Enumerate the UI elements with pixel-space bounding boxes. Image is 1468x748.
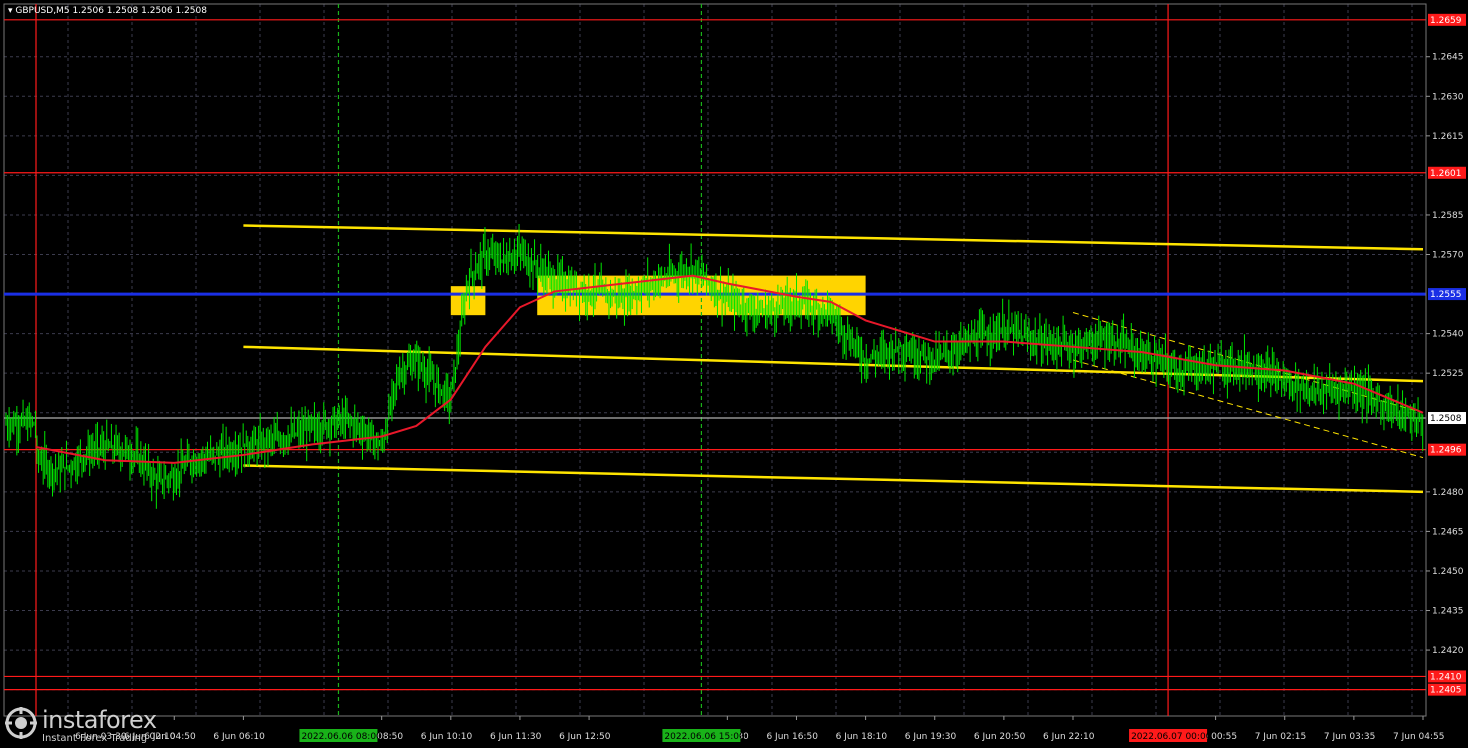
x-tick-label: 6 Jun 20:50 <box>974 732 1026 742</box>
x-tick-label: 6 Jun 10:10 <box>421 732 473 742</box>
level-tag-label: 1.2659 <box>1430 16 1462 26</box>
x-tick-label: 7 Jun 04:55 <box>1393 732 1444 742</box>
y-tick-label: 1.2570 <box>1432 251 1464 261</box>
symbol-label: GBPUSD,M5 <box>15 6 69 16</box>
level-tag-label: 1.2555 <box>1430 290 1462 300</box>
y-tick-label: 1.2540 <box>1432 330 1464 340</box>
level-tag-label: 1.2410 <box>1430 672 1462 682</box>
instaforex-logo-icon <box>5 707 37 739</box>
marker-time-label: 2022.06.06 15:00 <box>664 732 745 742</box>
x-tick-label: 6 Jun 19:30 <box>905 732 957 742</box>
watermark-logo: instaforex Instant Forex Trading <box>4 704 194 746</box>
y-tick-label: 1.2525 <box>1432 369 1464 379</box>
y-tick-label: 1.2420 <box>1432 646 1464 656</box>
y-tick-label: 1.2435 <box>1432 607 1464 617</box>
x-tick-label: 6 Jun 18:10 <box>836 732 888 742</box>
x-tick-label: 6 Jun 06:10 <box>213 732 265 742</box>
level-tag-label: 1.2601 <box>1430 169 1462 179</box>
y-tick-label: 1.2615 <box>1432 132 1464 142</box>
level-tag-label: 1.2508 <box>1430 414 1462 424</box>
x-tick-label: 6 Jun 11:30 <box>490 732 542 742</box>
y-tick-label: 1.2630 <box>1432 92 1464 102</box>
y-tick-label: 1.2645 <box>1432 53 1464 63</box>
x-tick-label: 6 Jun 12:50 <box>559 732 611 742</box>
y-tick-label: 1.2585 <box>1432 211 1464 221</box>
x-tick-label: 7 Jun 03:35 <box>1324 732 1375 742</box>
y-tick-label: 1.2480 <box>1432 488 1464 498</box>
level-tag-label: 1.2405 <box>1430 686 1462 696</box>
x-tick-label: 6 Jun 16:50 <box>766 732 818 742</box>
marker-time-label: 2022.06.07 00:00 <box>1131 732 1212 742</box>
x-tick-label: 7 Jun 02:15 <box>1255 732 1306 742</box>
ohlc-values: 1.2506 1.2508 1.2506 1.2508 <box>72 6 207 16</box>
chevron-down-icon: ▾ <box>8 6 15 16</box>
y-tick-label: 1.2450 <box>1432 567 1464 577</box>
marker-time-label: 2022.06.06 08:00 <box>301 732 382 742</box>
symbol-title: ▾ GBPUSD,M5 1.2506 1.2508 1.2506 1.2508 <box>8 6 207 16</box>
y-tick-label: 1.2465 <box>1432 527 1464 537</box>
level-tag-label: 1.2496 <box>1430 446 1462 456</box>
price-chart[interactable]: 1.2645 1.2630 1.2615 1.2585 1.2570 1.2540 1.25… <box>0 0 1468 748</box>
watermark-tagline: Instant Forex Trading <box>42 733 148 744</box>
watermark-name: instaforex <box>42 706 157 734</box>
x-tick-label: 6 Jun 22:10 <box>1043 732 1095 742</box>
